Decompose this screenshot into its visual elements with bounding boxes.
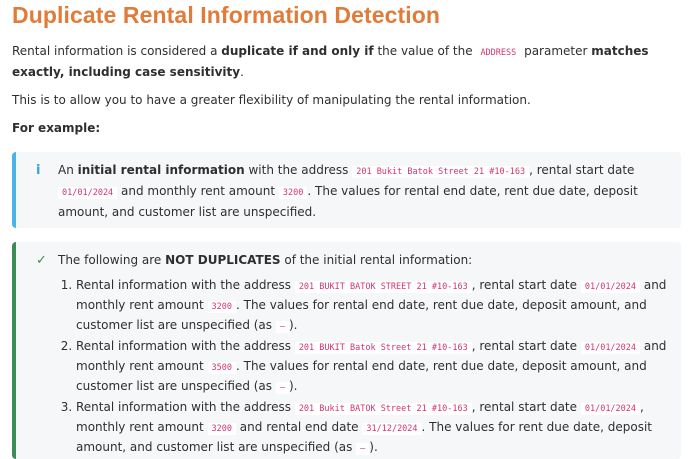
end-date-code: 31/12/2024 <box>362 423 422 435</box>
doc-page: Duplicate Rental Information Detection R… <box>0 0 689 459</box>
rent-code: 3500 <box>207 362 236 374</box>
intro-bold: duplicate if and only if <box>221 44 374 58</box>
address-code: 201 Bukit Batok Street 21 #10-163 <box>352 166 530 178</box>
address-code: 201 BUKIT Batok Street 21 #10-163 <box>294 342 472 354</box>
address-param-code: ADDRESS <box>476 47 521 59</box>
start-date-code: 01/01/2024 <box>580 342 641 354</box>
address-code: 201 Bukit BATOK Street 21 #10-163 <box>294 403 472 415</box>
info-text-part: An <box>58 163 78 177</box>
item-text: Rental information with the address <box>76 400 295 414</box>
item-text: ). <box>288 318 298 332</box>
success-callout: ✓ The following are NOT DUPLICATES of th… <box>12 242 681 459</box>
intro-text: parameter <box>520 44 592 58</box>
item-text: Rental information with the address <box>76 339 295 353</box>
info-text-part: and monthly rent amount <box>117 184 279 198</box>
info-bold: initial rental information <box>77 163 245 177</box>
success-heading: The following are NOT DUPLICATES of the … <box>58 251 472 270</box>
for-example-label: For example: <box>12 121 101 135</box>
rent-code: 3200 <box>207 301 236 313</box>
flexibility-note: This is to allow you to have a greater f… <box>12 93 531 107</box>
address-code: 201 BUKIT BATOK STREET 21 #10-163 <box>294 281 472 293</box>
non-duplicate-list: Rental information with the address 201 … <box>36 276 671 458</box>
info-text: An initial rental information with the a… <box>58 161 671 222</box>
success-text-part: The following are <box>58 253 166 267</box>
dash-code: – <box>275 321 289 333</box>
info-text-part: , rental start date <box>529 163 635 177</box>
list-item: Rental information with the address 201 … <box>76 276 671 336</box>
start-date-code: 01/01/2024 <box>580 281 641 293</box>
start-date-code: 01/01/2024 <box>580 403 641 415</box>
intro-text: the value of the <box>373 44 477 58</box>
start-date-code: 01/01/2024 <box>58 187 118 199</box>
item-text: , rental start date <box>471 400 581 414</box>
item-text: ). <box>369 440 378 454</box>
checkmark-icon: ✓ <box>36 253 47 268</box>
success-text-part: of the initial rental information: <box>280 253 473 267</box>
info-text-part: with the address <box>244 163 353 177</box>
list-item: Rental information with the address 201 … <box>76 337 671 397</box>
item-text: , rental start date <box>471 278 581 292</box>
item-text: and rental end date <box>235 420 363 434</box>
page-title: Duplicate Rental Information Detection <box>12 2 441 28</box>
info-icon: i <box>36 163 41 178</box>
intro-text: . <box>240 65 244 79</box>
success-bold: NOT DUPLICATES <box>165 253 281 267</box>
dash-code: – <box>275 382 289 394</box>
rent-code: 3200 <box>207 423 236 435</box>
intro-text: Rental information is considered a <box>12 44 222 58</box>
dash-code: – <box>356 443 370 455</box>
item-text: Rental information with the address <box>76 278 295 292</box>
info-callout: i An initial rental information with the… <box>12 152 681 228</box>
rent-code: 3200 <box>278 187 308 199</box>
item-text: ). <box>288 379 298 393</box>
item-text: , rental start date <box>471 339 581 353</box>
list-item: Rental information with the address 201 … <box>76 398 671 458</box>
intro-paragraph: Rental information is considered a dupli… <box>12 42 681 82</box>
